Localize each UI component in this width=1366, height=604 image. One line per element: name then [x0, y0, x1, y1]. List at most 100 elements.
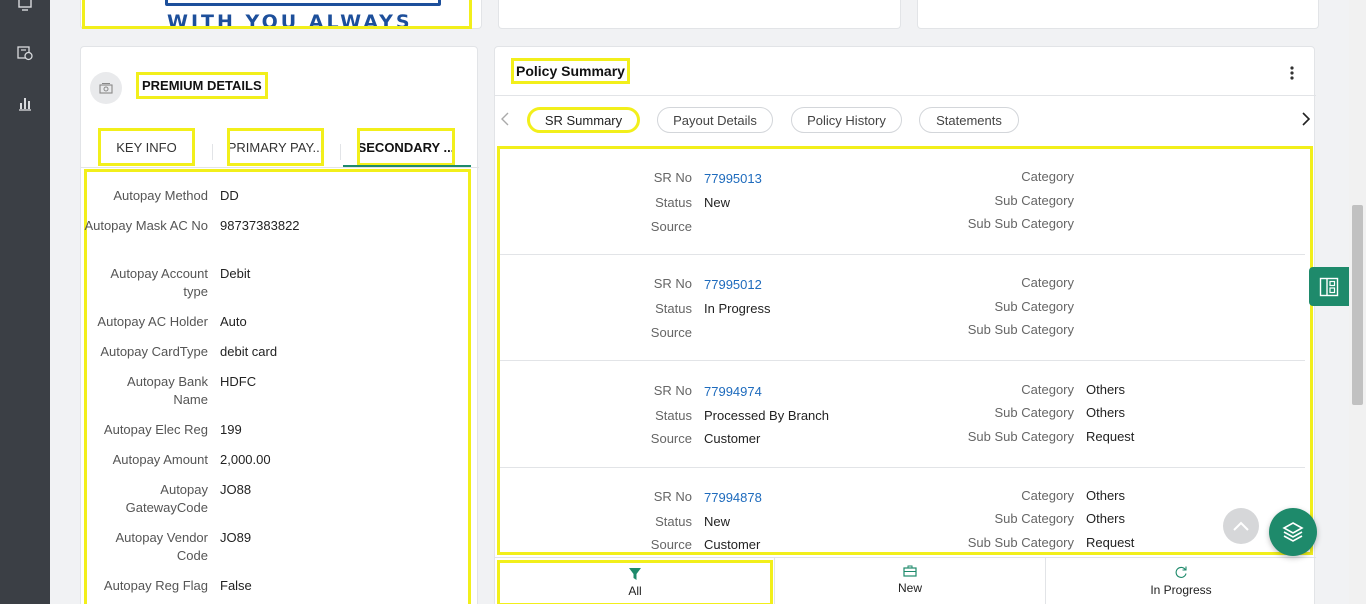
tab-primary-payment[interactable]: PRIMARY PAY...	[227, 128, 324, 166]
tab-statements[interactable]: Statements	[919, 107, 1019, 133]
field-row: Autopay AC Holder Auto	[84, 313, 471, 331]
source-value: Customer	[704, 537, 761, 552]
field-row: Autopay CardType debit card	[84, 343, 471, 361]
field-value: 199	[220, 422, 242, 437]
field-value: debit card	[220, 344, 278, 359]
premium-tabs: KEY INFO PRIMARY PAY... SECONDARY ...	[81, 126, 479, 168]
status-value: New	[704, 514, 731, 529]
chevron-right-icon[interactable]	[1298, 109, 1314, 129]
field-label: Autopay Elec Reg	[103, 422, 208, 437]
filter-all[interactable]: All	[497, 560, 773, 604]
field-label: Autopay Reg Flag	[103, 578, 208, 593]
field-label: Autopay AC Holder	[97, 314, 208, 329]
more-options-icon[interactable]	[1285, 64, 1299, 82]
field-row: Autopay Elec Reg 199	[84, 421, 471, 439]
sr-no-label: SR No	[653, 170, 692, 185]
field-value: Debit	[220, 266, 251, 281]
filter-new[interactable]: New	[775, 560, 1045, 604]
category-label: Category	[1021, 382, 1074, 397]
source-label: Source	[650, 431, 692, 446]
tab-separator	[212, 144, 213, 160]
sub-category-label: Sub Category	[994, 405, 1075, 420]
layout-panel-button[interactable]	[1309, 267, 1349, 306]
layers-fab-button[interactable]	[1269, 508, 1317, 556]
page-scrollbar[interactable]	[1349, 0, 1366, 604]
status-label: Status	[655, 408, 692, 423]
sr-item[interactable]: SR No 77995013 Status New Source Categor…	[500, 149, 1305, 255]
filter-in-progress[interactable]: In Progress	[1046, 560, 1316, 604]
field-label: Autopay Account type	[110, 266, 208, 299]
field-row: Autopay Mask AC No 98737383822	[84, 217, 471, 235]
monitor-icon[interactable]	[17, 0, 33, 12]
sub-sub-category-value: Request	[1086, 535, 1135, 550]
sr-item[interactable]: SR No 77995012 Status In Progress Source…	[500, 255, 1305, 361]
sr-no-link[interactable]: 77995013	[704, 171, 762, 186]
filter-all-label: All	[628, 584, 642, 598]
status-value: New	[704, 195, 731, 210]
field-label: Autopay GatewayCode	[125, 482, 208, 515]
filter-new-label: New	[897, 581, 922, 595]
top-card-middle	[498, 0, 901, 29]
field-row: Autopay Method DD	[84, 187, 471, 205]
field-value: JO89	[220, 530, 252, 545]
field-row: Autopay Reg Flag False	[84, 577, 471, 595]
sr-no-link[interactable]: 77994974	[704, 384, 762, 399]
sub-category-label: Sub Category	[994, 193, 1075, 208]
tab-key-info[interactable]: KEY INFO	[98, 128, 195, 166]
layout-icon	[1319, 277, 1339, 296]
sr-summary-list: SR No 77995013 Status New Source Categor…	[497, 146, 1313, 555]
status-label: Status	[655, 195, 692, 210]
sub-category-value: Others	[1086, 511, 1126, 526]
scroll-to-top-button[interactable]	[1223, 508, 1259, 544]
bar-chart-icon[interactable]	[17, 95, 33, 111]
field-row: Autopay Account type Debit	[84, 265, 471, 301]
filter-in-progress-label: In Progress	[1150, 583, 1212, 597]
sub-sub-category-label: Sub Sub Category	[967, 535, 1074, 550]
chevron-left-icon[interactable]	[497, 109, 513, 129]
logo-frame	[165, 0, 441, 6]
status-value: In Progress	[704, 301, 771, 316]
field-value: Auto	[220, 314, 247, 329]
status-label: Status	[655, 514, 692, 529]
tab-separator	[340, 144, 341, 160]
money-icon	[90, 72, 122, 104]
category-value: Others	[1086, 488, 1126, 503]
sr-item[interactable]: SR No 77994974 Status Processed By Branc…	[500, 362, 1305, 468]
briefcase-icon	[903, 565, 917, 577]
field-label: Autopay Amount	[112, 452, 208, 467]
field-value: 2,000.00	[220, 452, 271, 467]
sr-item[interactable]: SR No 77994878 Status New Source Custome…	[500, 468, 1305, 555]
active-tab-indicator	[343, 165, 471, 167]
field-label: Autopay Bank Name	[127, 374, 208, 407]
field-label: Autopay CardType	[100, 344, 208, 359]
field-value: DD	[220, 188, 239, 203]
category-label: Category	[1021, 275, 1074, 290]
sr-no-link[interactable]: 77995012	[704, 277, 762, 292]
policy-summary-card: Policy Summary SR Summary Payout Details…	[494, 46, 1316, 604]
premium-details-card: PREMIUM DETAILS KEY INFO PRIMARY PAY... …	[80, 46, 479, 604]
tab-secondary-payment[interactable]: SECONDARY ...	[357, 128, 455, 166]
sub-sub-category-label: Sub Sub Category	[967, 429, 1074, 444]
header-divider	[495, 95, 1316, 96]
filter-icon	[629, 568, 641, 580]
status-value: Processed By Branch	[704, 408, 830, 423]
scrollbar-thumb[interactable]	[1352, 205, 1363, 405]
tab-policy-history[interactable]: Policy History	[791, 107, 902, 133]
premium-details-title: PREMIUM DETAILS	[136, 72, 268, 99]
sub-category-label: Sub Category	[994, 511, 1075, 526]
field-value: HDFC	[220, 374, 257, 389]
tab-payout-details[interactable]: Payout Details	[657, 107, 773, 133]
sub-sub-category-label: Sub Sub Category	[967, 216, 1074, 231]
logo-text: WITH YOU ALWAYS	[167, 11, 413, 29]
sub-category-label: Sub Category	[994, 299, 1075, 314]
field-label: Autopay Mask AC No	[84, 218, 208, 233]
policy-summary-title: Policy Summary	[511, 58, 630, 84]
category-label: Category	[1021, 488, 1074, 503]
top-card-right	[917, 0, 1319, 29]
field-label: Autopay Method	[113, 188, 208, 203]
tab-sr-summary[interactable]: SR Summary	[527, 107, 640, 133]
field-value: JO88	[220, 482, 252, 497]
refresh-icon	[1175, 566, 1187, 578]
calendar-refresh-icon[interactable]	[17, 45, 33, 61]
sr-no-link[interactable]: 77994878	[704, 490, 762, 505]
